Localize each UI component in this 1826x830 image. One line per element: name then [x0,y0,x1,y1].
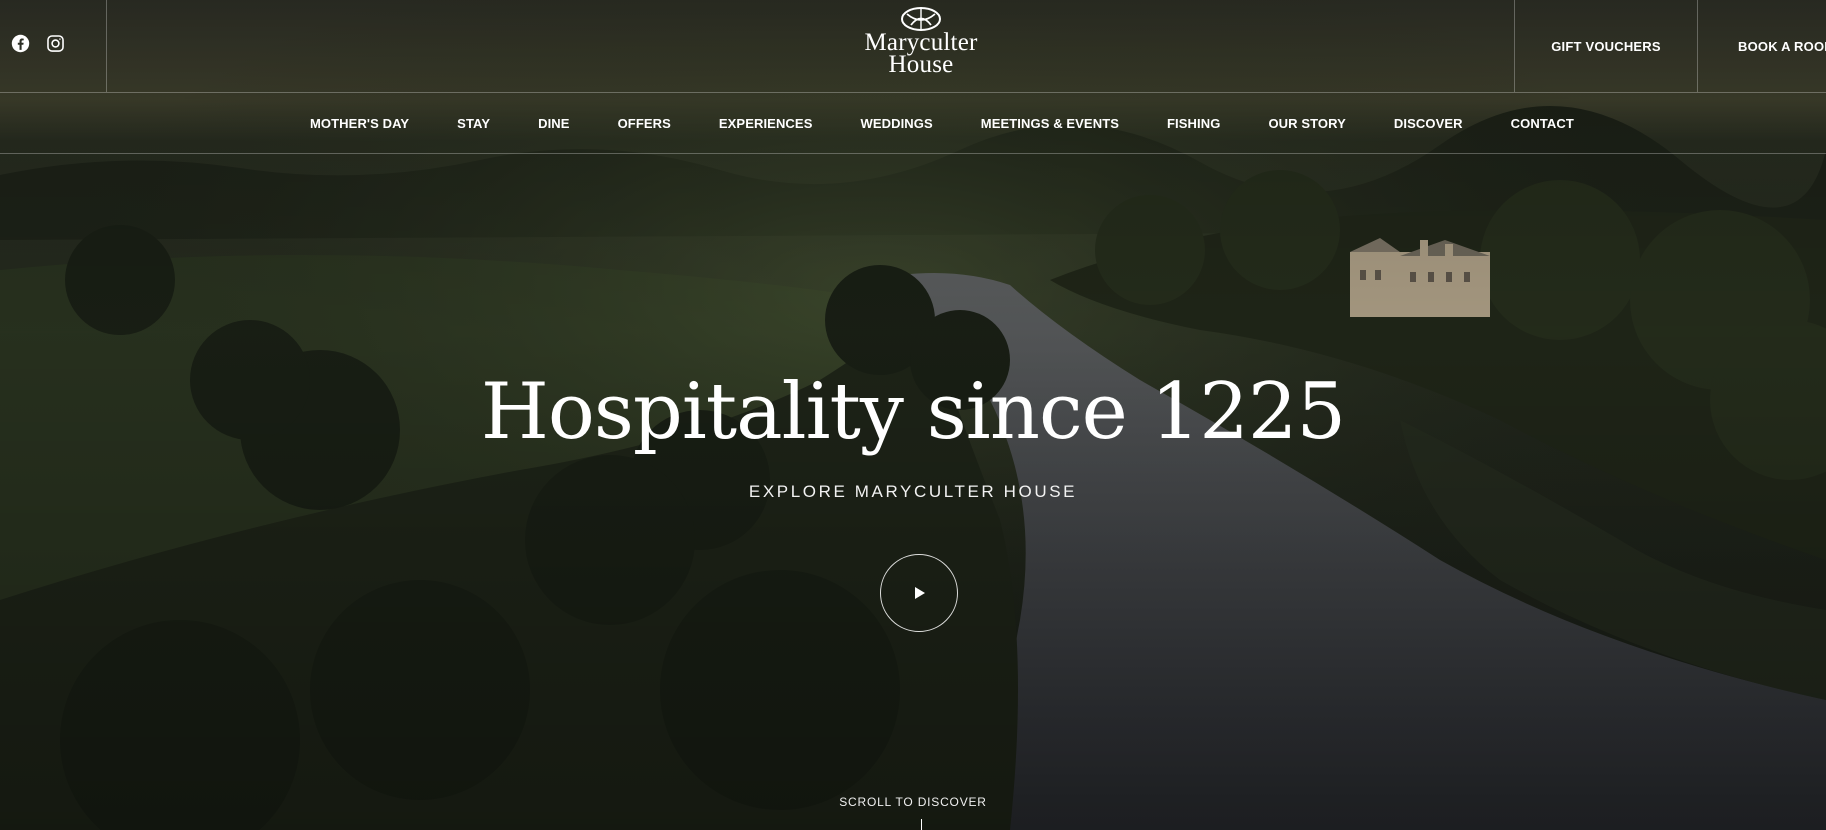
nav-item-mothers-day[interactable]: MOTHER'S DAY [310,116,409,131]
nav-item-fishing[interactable]: FISHING [1167,116,1220,131]
nav-item-offers[interactable]: OFFERS [618,116,671,131]
instagram-icon [46,34,64,52]
book-a-room-button[interactable]: BOOK A ROOM [1738,0,1826,92]
nav-list: MOTHER'S DAY STAY DINE OFFERS EXPERIENCE… [310,93,1574,153]
nav-item-stay[interactable]: STAY [457,116,490,131]
nav-item-contact[interactable]: CONTACT [1511,116,1574,131]
main-navigation: MOTHER'S DAY STAY DINE OFFERS EXPERIENCE… [0,93,1826,154]
logo-text-line2: House [888,51,954,78]
hero-subtitle: EXPLORE MARYCULTER HOUSE [748,482,1078,501]
hero-title: Hospitality since 1225 [480,367,1346,457]
scroll-indicator-line [921,819,922,830]
nav-item-discover[interactable]: DISCOVER [1394,116,1463,131]
facebook-icon [11,34,29,52]
site-header: Maryculter House GIFT VOUCHERS BOOK A RO… [0,0,1826,93]
social-links [0,0,107,92]
nav-item-weddings[interactable]: WEDDINGS [860,116,932,131]
play-video-button[interactable] [880,554,958,632]
nav-item-our-story[interactable]: OUR STORY [1268,116,1345,131]
nav-item-experiences[interactable]: EXPERIENCES [719,116,813,131]
nav-item-meetings-events[interactable]: MEETINGS & EVENTS [981,116,1119,131]
site-logo[interactable]: Maryculter House [852,4,990,84]
facebook-link[interactable] [10,33,30,53]
nav-item-dine[interactable]: DINE [538,116,569,131]
hero-section: Maryculter House GIFT VOUCHERS BOOK A RO… [0,0,1826,830]
gift-vouchers-button[interactable]: GIFT VOUCHERS [1514,0,1698,92]
instagram-link[interactable] [45,33,65,53]
play-icon [915,587,925,599]
scroll-to-discover[interactable]: SCROLL TO DISCOVER [763,795,1063,809]
